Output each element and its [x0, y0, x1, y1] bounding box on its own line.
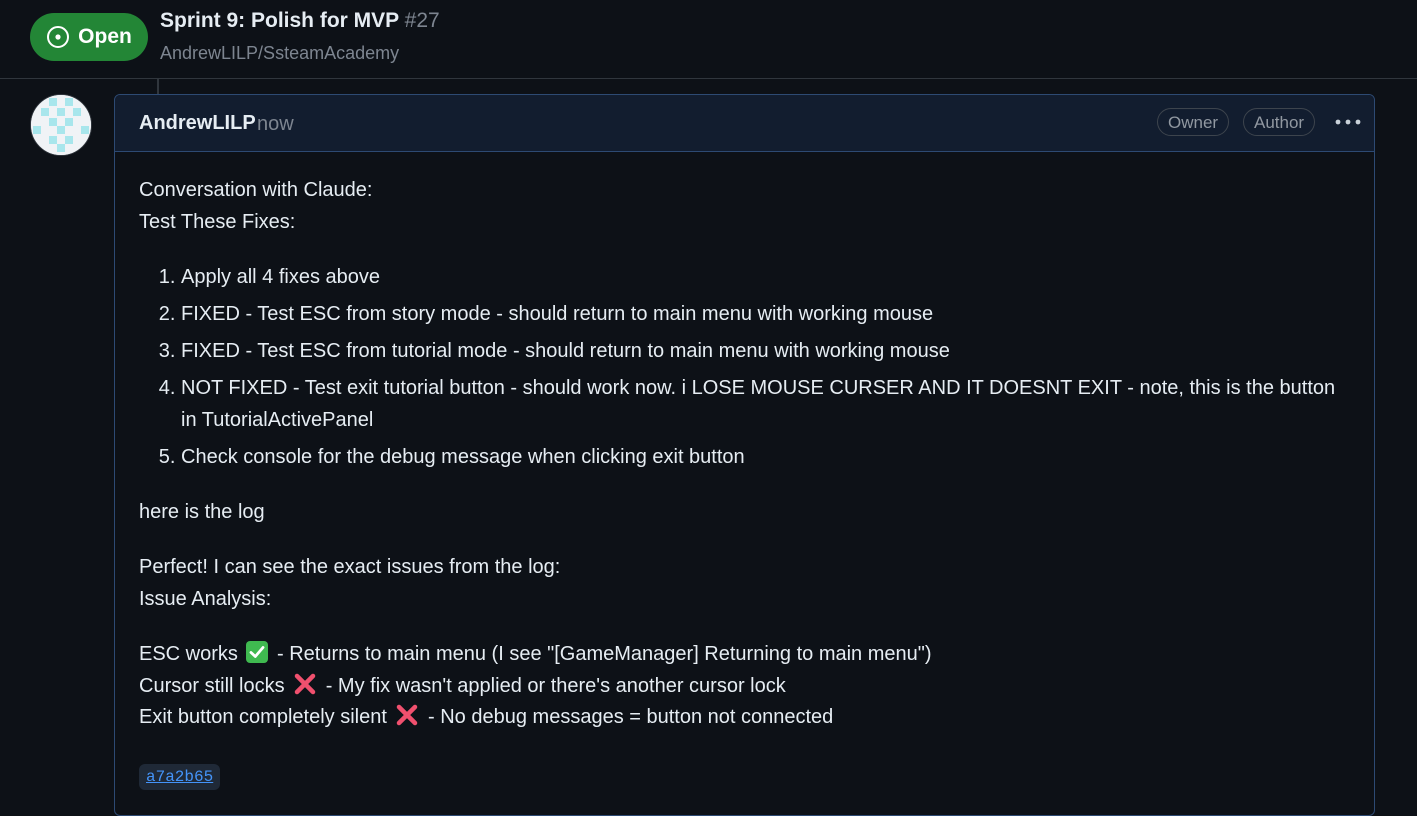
author-badge: Author — [1243, 108, 1316, 136]
list-item: FIXED - Test ESC from story mode - shoul… — [181, 299, 1339, 331]
esc-works-label: ESC works — [139, 643, 238, 665]
kebab-horizontal-icon — [1335, 119, 1361, 125]
pr-number: #27 — [404, 9, 440, 32]
identicon-avatar-icon — [31, 95, 91, 155]
esc-works-detail: - Returns to main menu (I see "[GameMana… — [271, 643, 932, 665]
open-status-badge: Open — [30, 13, 148, 61]
perfect-text: Perfect! I can see the exact issues from… — [139, 556, 561, 578]
owner-badge: Owner — [1157, 108, 1230, 136]
list-item: NOT FIXED - Test exit tutorial button - … — [181, 373, 1339, 436]
comment-options-button[interactable] — [1333, 107, 1363, 137]
pr-title[interactable]: Sprint 9: Polish for MVP #27 — [160, 9, 440, 33]
analysis-heading: Issue Analysis: — [139, 587, 272, 610]
repo-link[interactable]: AndrewLILP/SsteamAcademy — [160, 43, 399, 64]
log-text: here is the log — [139, 500, 265, 523]
intro-line-1: Conversation with Claude: — [139, 179, 373, 201]
open-status-label: Open — [78, 25, 132, 48]
cursor-locks-detail: - My fix wasn't applied or there's anoth… — [320, 674, 786, 697]
exit-silent-line: Exit button completely silent - No debug… — [139, 702, 1339, 734]
exit-silent-label: Exit button completely silent — [139, 706, 387, 728]
pr-title-text: Sprint 9: Polish for MVP — [160, 9, 399, 32]
comment-author[interactable]: AndrewLILP — [139, 112, 256, 135]
avatar[interactable] — [30, 94, 92, 156]
comment-timestamp[interactable]: now — [257, 113, 294, 136]
list-item: FIXED - Test ESC from tutorial mode - sh… — [181, 336, 1339, 368]
cross-mark-emoji-icon — [395, 703, 419, 727]
commit-sha-link[interactable]: a7a2b65 — [139, 763, 221, 790]
esc-works-line: ESC works - Returns to main menu (I see … — [139, 639, 1339, 671]
timeline-line — [157, 78, 159, 94]
cursor-locks-label: Cursor still locks — [139, 674, 285, 697]
cross-mark-emoji-icon — [293, 672, 317, 696]
check-mark-button-emoji-icon — [246, 641, 269, 663]
comment-box: AndrewLILP now Owner Author Conversation… — [114, 94, 1375, 816]
intro-line-2: Test These Fixes: — [139, 210, 296, 233]
exit-silent-detail: - No debug messages = button not connect… — [422, 706, 834, 728]
comment-body: Conversation with Claude: Test These Fix… — [139, 175, 1339, 791]
list-item: Check console for the debug message when… — [181, 442, 1339, 474]
cursor-locks-line: Cursor still locks - My fix wasn't appli… — [139, 671, 1339, 703]
circle-dot-icon — [46, 25, 70, 49]
fixes-list: Apply all 4 fixes above FIXED - Test ESC… — [139, 262, 1339, 473]
list-item: Apply all 4 fixes above — [181, 262, 1339, 294]
pr-header: Open Sprint 9: Polish for MVP #27 Andrew… — [0, 0, 1417, 79]
comment-header: AndrewLILP now Owner Author — [115, 95, 1374, 152]
